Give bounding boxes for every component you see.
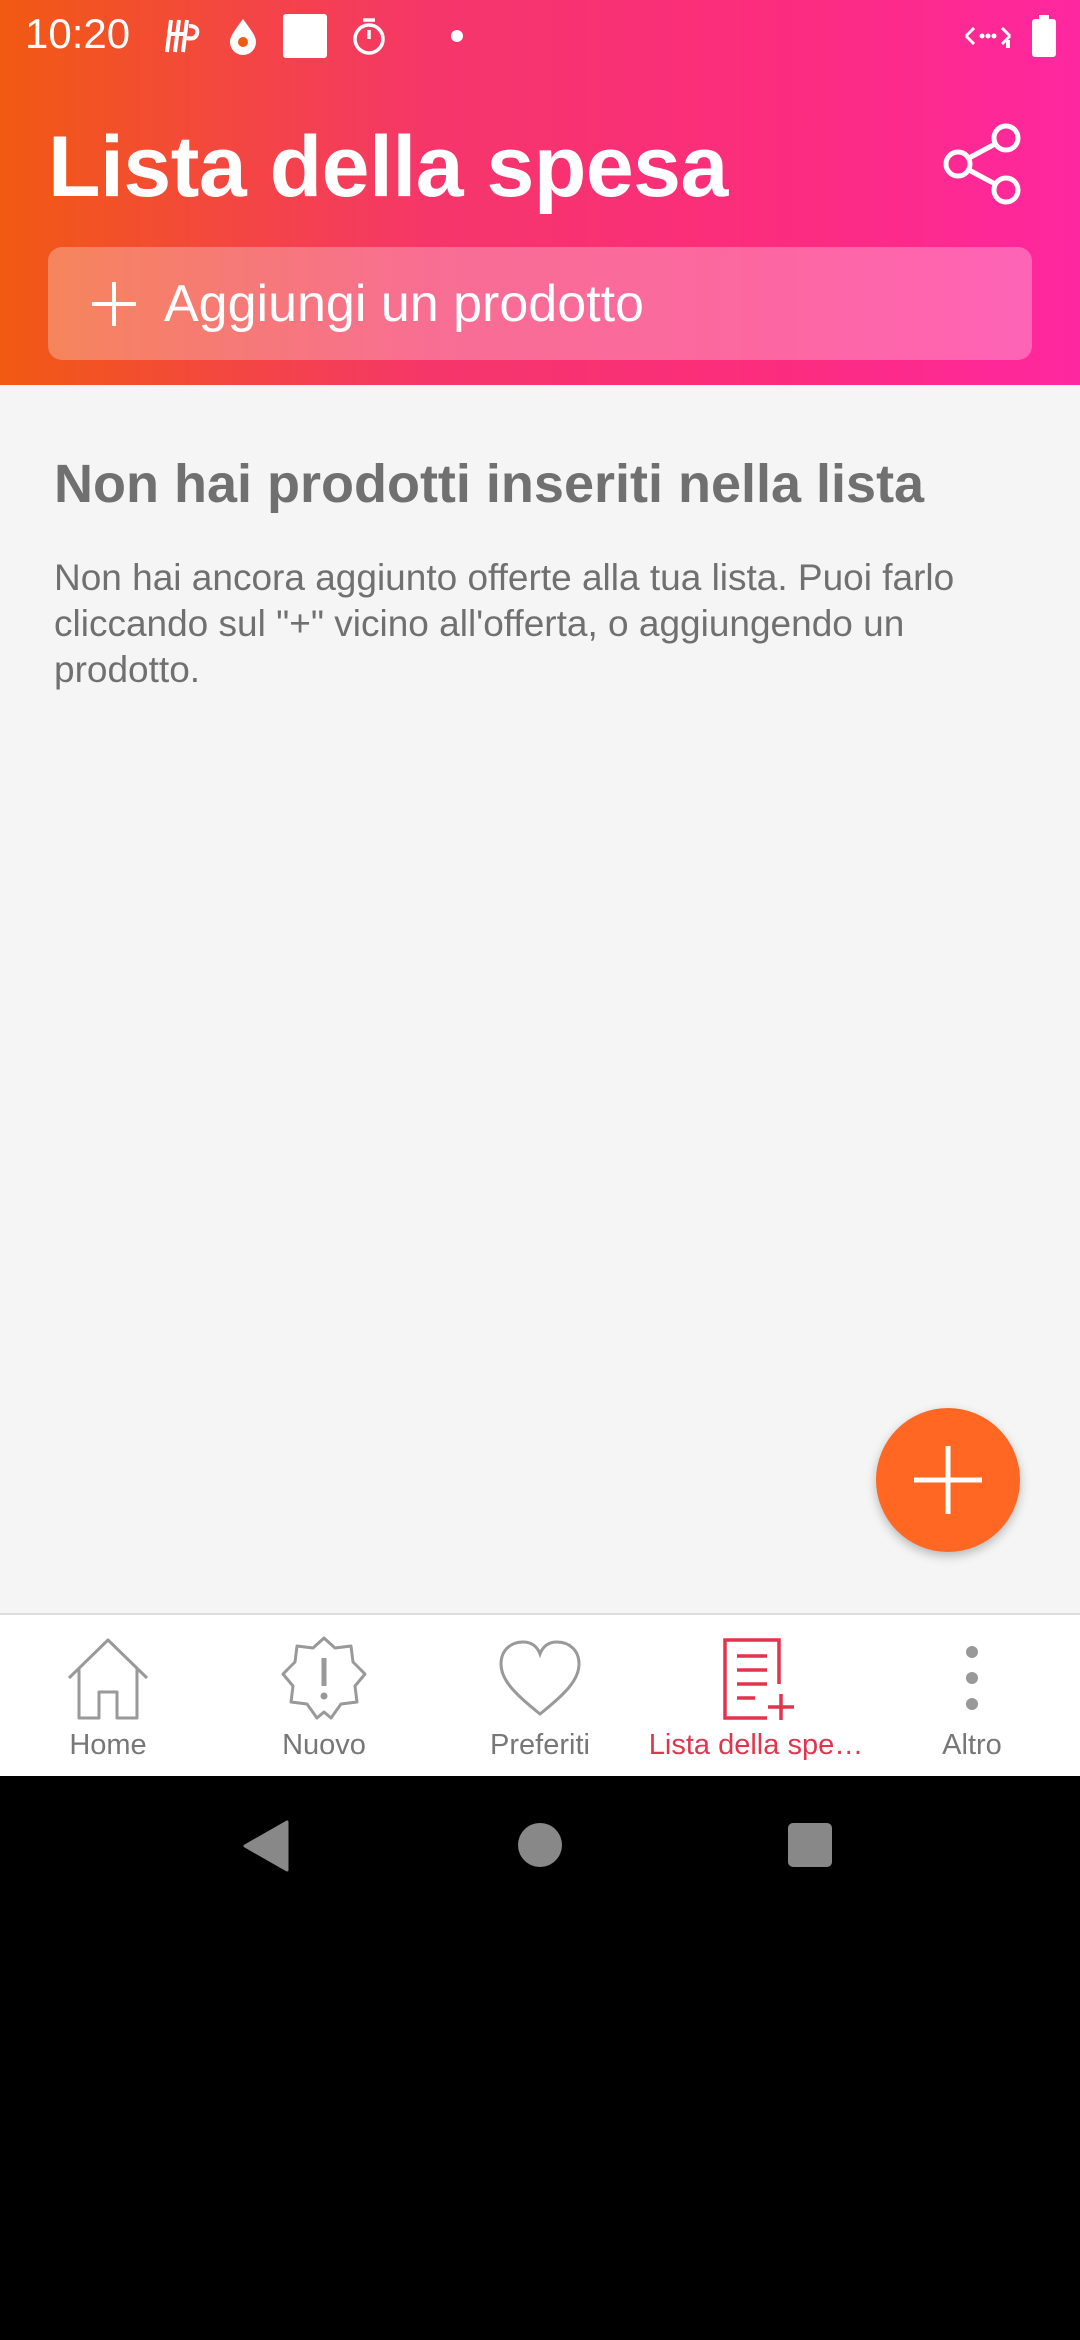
nav-item-lista[interactable]: Lista della spe… bbox=[648, 1615, 864, 1778]
page-title: Lista della spesa bbox=[48, 119, 728, 215]
app-header: 10:20 Lista della spesa Aggiungi un prod… bbox=[0, 0, 1080, 385]
empty-state-title: Non hai prodotti inseriti nella lista bbox=[54, 454, 925, 514]
list-add-icon bbox=[723, 1638, 794, 1720]
nav-label-nuovo: Nuovo bbox=[282, 1729, 366, 1761]
nav-label-preferiti: Preferiti bbox=[490, 1729, 590, 1761]
system-navigation-bar bbox=[0, 1776, 1080, 1916]
nav-label-altro: Altro bbox=[942, 1729, 1002, 1761]
home-icon bbox=[67, 1638, 149, 1720]
empty-state-description: Non hai ancora aggiunto offerte alla tua… bbox=[54, 557, 955, 690]
status-time: 10:20 bbox=[25, 10, 131, 57]
nav-item-preferiti[interactable]: Preferiti bbox=[432, 1615, 648, 1778]
bottom-navigation: Home Nuovo Preferiti Lista della spe… Al… bbox=[0, 1613, 1080, 1778]
heart-icon bbox=[499, 1640, 581, 1716]
drop-icon bbox=[230, 19, 256, 55]
status-bar: 10:20 bbox=[0, 0, 1080, 72]
new-badge-icon bbox=[281, 1636, 367, 1720]
nav-item-home[interactable]: Home bbox=[0, 1615, 216, 1778]
square-notification-icon bbox=[283, 14, 327, 58]
hp-icon bbox=[165, 19, 200, 53]
add-product-bar[interactable]: Aggiungi un prodotto bbox=[48, 247, 1032, 360]
share-icon bbox=[943, 123, 1021, 205]
recents-icon[interactable] bbox=[787, 1822, 833, 1868]
more-vertical-icon bbox=[966, 1646, 978, 1710]
back-icon[interactable] bbox=[243, 1820, 289, 1872]
nav-label-lista: Lista della spe… bbox=[648, 1729, 864, 1761]
add-fab-button[interactable] bbox=[876, 1408, 1020, 1552]
nav-item-altro[interactable]: Altro bbox=[864, 1615, 1080, 1778]
add-product-label: Aggiungi un prodotto bbox=[164, 274, 644, 333]
share-button[interactable] bbox=[940, 120, 1028, 208]
home-circle-icon[interactable] bbox=[517, 1822, 563, 1868]
timer-icon bbox=[353, 18, 385, 55]
data-arrows-icon bbox=[964, 26, 1012, 48]
battery-icon bbox=[1032, 15, 1056, 57]
plus-icon bbox=[92, 281, 136, 326]
nav-label-home: Home bbox=[69, 1729, 147, 1761]
dot-icon bbox=[451, 30, 463, 42]
nav-item-nuovo[interactable]: Nuovo bbox=[216, 1615, 432, 1778]
plus-icon bbox=[914, 1446, 982, 1514]
